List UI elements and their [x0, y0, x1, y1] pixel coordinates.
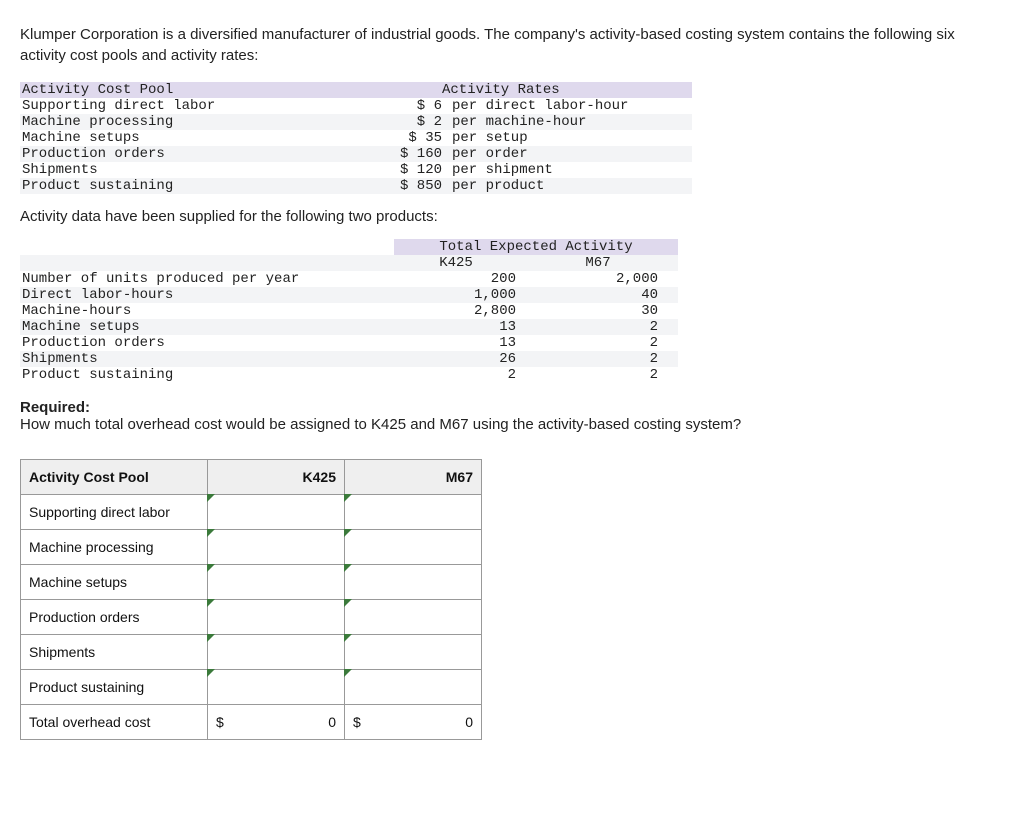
activity-row-m67: 2	[536, 335, 678, 351]
rate-row-unit: per product	[442, 178, 692, 194]
rate-row-label: Shipments	[20, 162, 382, 178]
activity-row-label: Production orders	[20, 335, 394, 351]
rate-row-label: Machine processing	[20, 114, 382, 130]
activity-row-label: Shipments	[20, 351, 394, 367]
answer-row-label: Supporting direct labor	[21, 495, 208, 530]
answer-input-k425[interactable]	[208, 600, 345, 635]
rate-row-unit: per order	[442, 146, 692, 162]
activity-header-span: Total Expected Activity	[394, 239, 678, 255]
required-heading: Required:	[20, 399, 1004, 416]
activity-intro: Activity data have been supplied for the…	[20, 208, 1004, 225]
rate-row-amount: $ 35	[382, 130, 442, 146]
rate-row-label: Machine setups	[20, 130, 382, 146]
activity-row-k425: 2	[394, 367, 536, 383]
answer-row-label: Production orders	[21, 600, 208, 635]
activity-row-k425: 13	[394, 319, 536, 335]
answer-input-m67[interactable]	[345, 530, 482, 565]
expected-activity-table: Total Expected Activity K425 M67 Number …	[20, 239, 678, 383]
activity-row-m67: 2	[536, 367, 678, 383]
answer-table: Activity Cost Pool K425 M67 Supporting d…	[20, 459, 482, 740]
activity-row-k425: 1,000	[394, 287, 536, 303]
activity-rates-table: Activity Cost Pool Activity Rates Suppor…	[20, 82, 692, 194]
activity-row-m67: 2,000	[536, 271, 678, 287]
activity-header-k425: K425	[394, 255, 536, 271]
activity-row-label: Machine-hours	[20, 303, 394, 319]
answer-input-m67[interactable]	[345, 565, 482, 600]
rates-header-rates: Activity Rates	[382, 82, 692, 98]
answer-total-k425-value: 0	[328, 714, 336, 730]
activity-row-k425: 13	[394, 335, 536, 351]
activity-row-m67: 40	[536, 287, 678, 303]
rate-row-unit: per direct labor-hour	[442, 98, 692, 114]
answer-header-k425: K425	[208, 460, 345, 495]
activity-row-label: Machine setups	[20, 319, 394, 335]
answer-input-m67[interactable]	[345, 635, 482, 670]
answer-total-m67-value: 0	[465, 714, 473, 730]
answer-total-k425: $ 0	[208, 705, 345, 740]
answer-input-k425[interactable]	[208, 670, 345, 705]
activity-row-m67: 2	[536, 319, 678, 335]
answer-header-m67: M67	[345, 460, 482, 495]
answer-total-m67: $ 0	[345, 705, 482, 740]
currency-prefix: $	[353, 714, 361, 730]
answer-header-pool: Activity Cost Pool	[21, 460, 208, 495]
answer-input-k425[interactable]	[208, 565, 345, 600]
activity-row-k425: 26	[394, 351, 536, 367]
rate-row-unit: per machine-hour	[442, 114, 692, 130]
answer-row-label: Machine processing	[21, 530, 208, 565]
activity-row-label: Number of units produced per year	[20, 271, 394, 287]
answer-input-k425[interactable]	[208, 495, 345, 530]
answer-row-label: Machine setups	[21, 565, 208, 600]
rate-row-amount: $ 2	[382, 114, 442, 130]
answer-input-m67[interactable]	[345, 670, 482, 705]
rate-row-amount: $ 850	[382, 178, 442, 194]
rate-row-unit: per shipment	[442, 162, 692, 178]
required-text: How much total overhead cost would be as…	[20, 416, 1004, 433]
rate-row-label: Product sustaining	[20, 178, 382, 194]
activity-row-label: Direct labor-hours	[20, 287, 394, 303]
activity-row-m67: 30	[536, 303, 678, 319]
rate-row-label: Production orders	[20, 146, 382, 162]
rate-row-label: Supporting direct labor	[20, 98, 382, 114]
rates-header-pool: Activity Cost Pool	[20, 82, 382, 98]
rate-row-amount: $ 160	[382, 146, 442, 162]
rate-row-amount: $ 6	[382, 98, 442, 114]
activity-row-k425: 200	[394, 271, 536, 287]
answer-row-label: Product sustaining	[21, 670, 208, 705]
answer-total-label: Total overhead cost	[21, 705, 208, 740]
answer-input-m67[interactable]	[345, 600, 482, 635]
currency-prefix: $	[216, 714, 224, 730]
rate-row-unit: per setup	[442, 130, 692, 146]
answer-input-k425[interactable]	[208, 635, 345, 670]
activity-row-label: Product sustaining	[20, 367, 394, 383]
answer-input-k425[interactable]	[208, 530, 345, 565]
answer-row-label: Shipments	[21, 635, 208, 670]
answer-input-m67[interactable]	[345, 495, 482, 530]
problem-intro: Klumper Corporation is a diversified man…	[20, 24, 1004, 66]
rate-row-amount: $ 120	[382, 162, 442, 178]
activity-row-k425: 2,800	[394, 303, 536, 319]
activity-header-m67: M67	[536, 255, 678, 271]
activity-row-m67: 2	[536, 351, 678, 367]
